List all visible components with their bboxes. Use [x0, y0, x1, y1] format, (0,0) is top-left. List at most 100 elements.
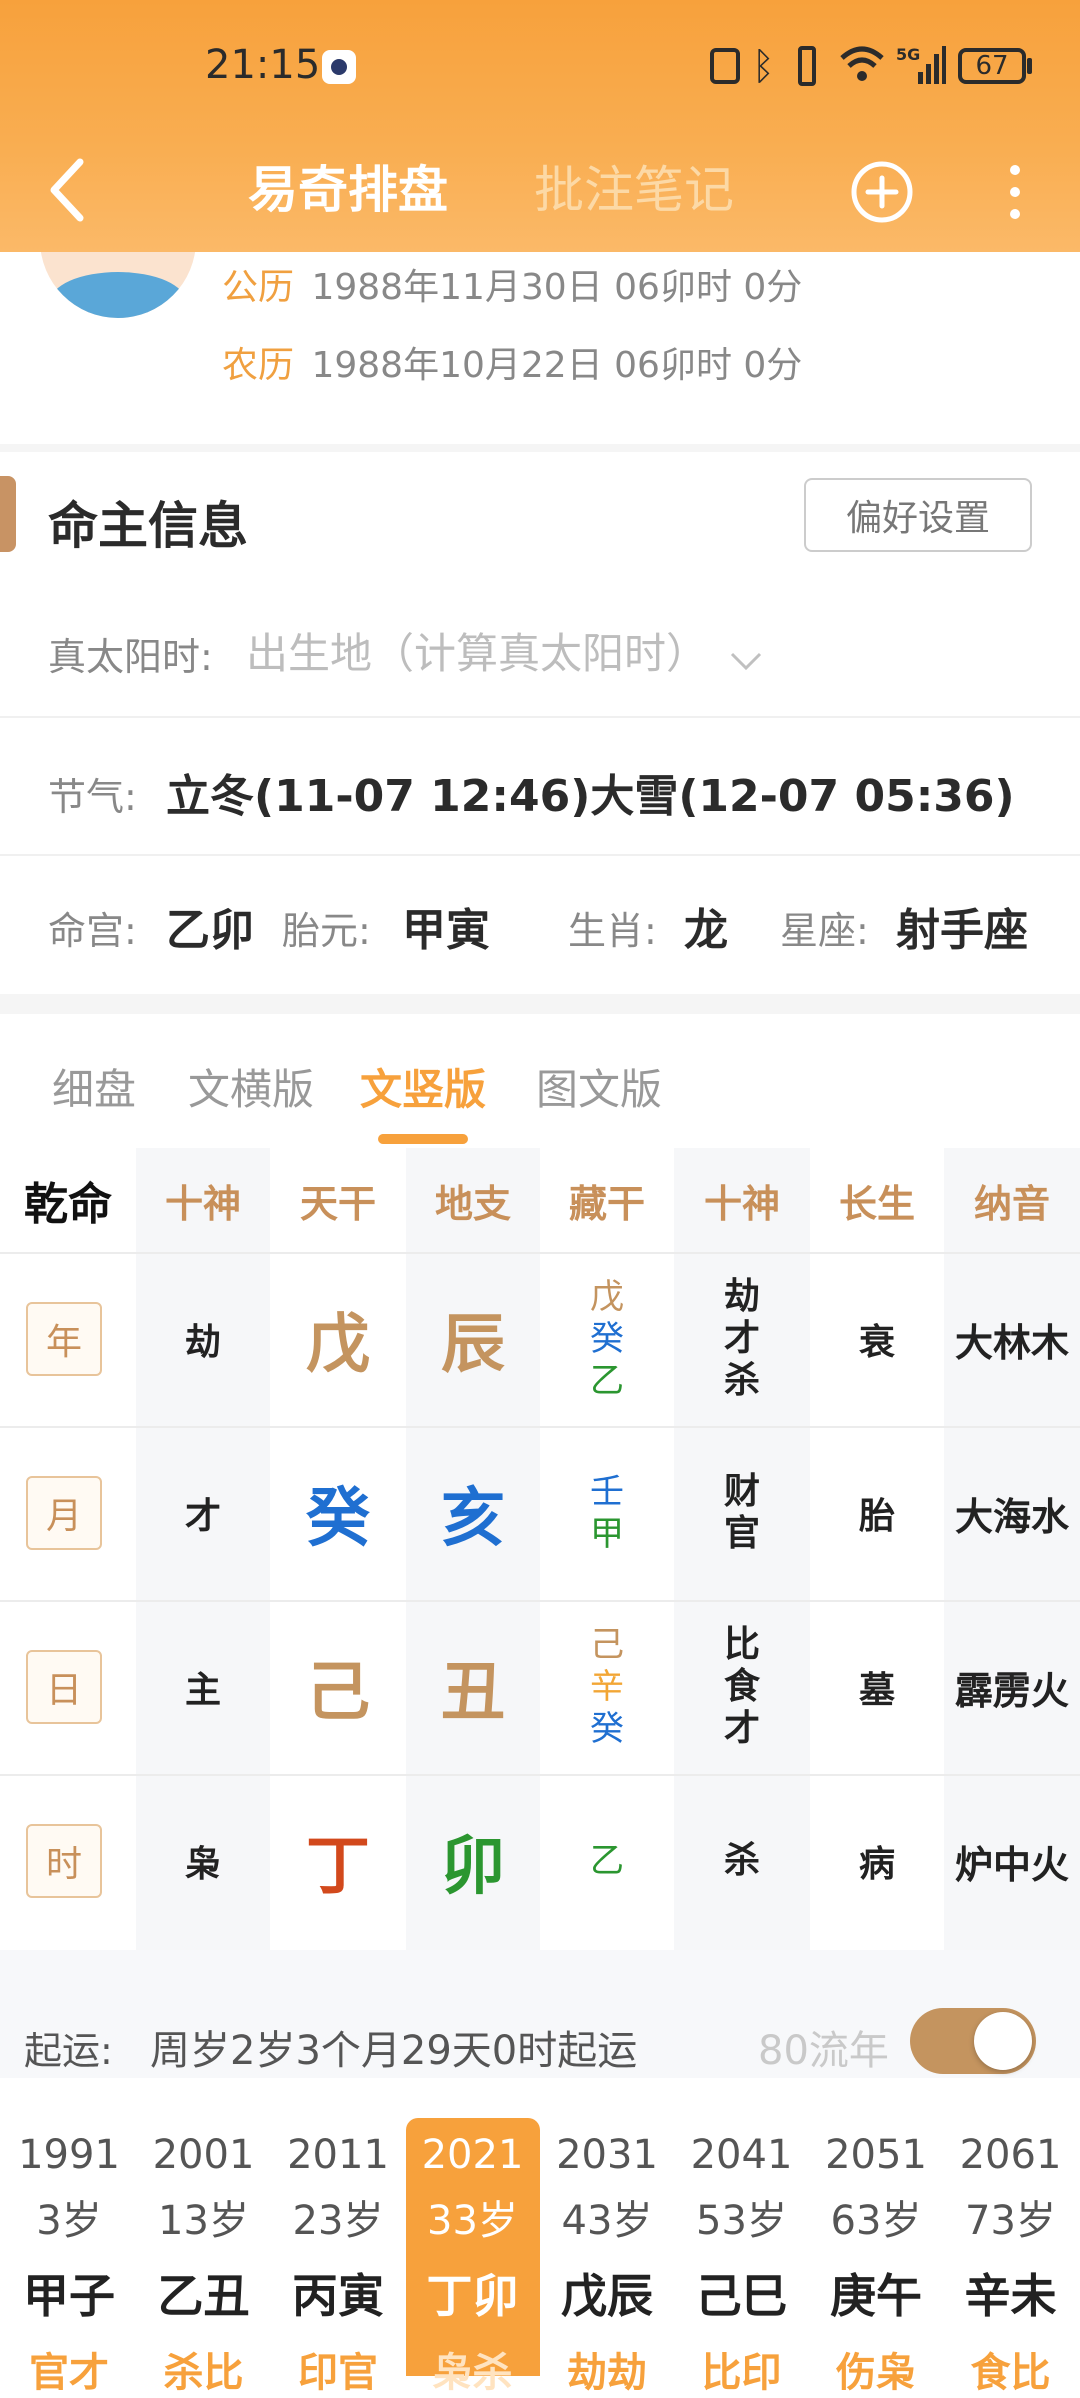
taiyuan-value: 甲寅 — [402, 905, 490, 956]
dayun-item[interactable]: 2041 53岁 己巳 比印 — [675, 2118, 809, 2396]
birthplace-select[interactable]: 出生地（计算真太阳时） — [246, 620, 763, 681]
shishen2-item: 才 — [723, 1318, 760, 1359]
dizhi-cell[interactable]: 卯 — [406, 1774, 540, 1948]
canggan-item: 己 — [590, 1625, 624, 1665]
birthplace-placeholder: 出生地（计算真太阳时） — [246, 629, 709, 678]
app-header: 21:15 ᛒ 5G 67 易奇排盘 批注笔记 — [0, 0, 1080, 252]
jieqi-value: 立冬(11-07 12:46)大雪(12-07 05:36) — [166, 771, 1015, 822]
nayin-cell: 炉中火 — [954, 1842, 1069, 1887]
preferences-button[interactable]: 偏好设置 — [804, 478, 1032, 552]
vibrate-icon — [790, 46, 824, 86]
dayun-item[interactable]: 1991 3岁 甲子 官才 — [2, 2118, 136, 2396]
pillar-name: 年 — [45, 1322, 82, 1363]
changsheng-cell: 病 — [858, 1844, 895, 1885]
shishen2-item: 杀 — [723, 1840, 760, 1881]
nayin-cell: 大林木 — [954, 1320, 1069, 1365]
qiyun-value: 周岁2岁3个月29天0时起运 — [150, 2028, 638, 2074]
dayun-age: 73岁 — [965, 2198, 1056, 2244]
tab-paipan[interactable]: 易奇排盘 — [248, 150, 448, 222]
more-menu-button[interactable] — [1000, 160, 1030, 224]
dayun-ganzhi: 辛未 — [964, 2269, 1057, 2323]
notification-icon — [322, 50, 356, 84]
canggan-item: 戊 — [590, 1277, 624, 1317]
tiangan-cell[interactable]: 戊 — [270, 1252, 406, 1426]
shishen-cell: 才 — [184, 1496, 221, 1537]
battery-tip — [1027, 58, 1032, 74]
status-time: 21:15 — [205, 42, 321, 88]
tab-xipan[interactable]: 细盘 — [52, 1056, 136, 1117]
xingzuo-label: 星座: — [780, 909, 869, 953]
true-sun-label: 真太阳时: — [48, 635, 213, 679]
dayun-item[interactable]: 2061 73岁 辛未 食比 — [944, 2118, 1078, 2396]
minggong-value: 乙卯 — [166, 905, 254, 956]
dayun-year: 2011 — [287, 2132, 389, 2178]
shishen2-item: 才 — [723, 1708, 760, 1749]
dayun-item[interactable]: 2001 13岁 乙丑 杀比 — [137, 2118, 271, 2396]
tab-tuwen[interactable]: 图文版 — [536, 1056, 662, 1117]
tiangan-cell[interactable]: 丁 — [270, 1774, 406, 1948]
dayun-ganzhi: 甲子 — [23, 2269, 115, 2323]
shishen2-cell: 财官 — [674, 1426, 810, 1600]
dayun-age: 23岁 — [292, 2198, 384, 2244]
dayun-year: 2031 — [556, 2132, 658, 2178]
dayun-year: 2051 — [825, 2132, 927, 2178]
dayun-year: 2061 — [959, 2132, 1062, 2178]
canggan-item: 乙 — [590, 1841, 624, 1881]
changsheng-cell: 墓 — [858, 1670, 895, 1711]
dayun-year: 2021 — [421, 2132, 524, 2178]
tab-notes[interactable]: 批注笔记 — [534, 150, 734, 222]
dayun-shishen: 伤枭 — [836, 2350, 916, 2396]
section-marker — [0, 476, 16, 552]
nayin-cell: 霹雳火 — [954, 1668, 1069, 1713]
chart-header: 天干 — [299, 1181, 376, 1226]
liunian-toggle-label: 80流年 — [758, 2028, 889, 2074]
dayun-shishen: 枭杀 — [432, 2350, 513, 2396]
dayun-ganzhi: 丙寅 — [292, 2269, 384, 2323]
liunian-toggle[interactable] — [910, 2008, 1036, 2074]
back-button[interactable] — [40, 152, 100, 228]
tab-wenshu[interactable]: 文竖版 — [360, 1056, 486, 1117]
dizhi-cell[interactable]: 辰 — [406, 1252, 540, 1426]
shishen2-cell: 劫才杀 — [674, 1252, 810, 1426]
dayun-item[interactable]: 2011 23岁 丙寅 印官 — [271, 2118, 405, 2396]
tiangan-cell[interactable]: 癸 — [270, 1426, 406, 1600]
svg-text:5G: 5G — [896, 45, 920, 64]
add-button[interactable] — [850, 160, 914, 224]
avatar — [40, 252, 196, 318]
pillar-label: 时 — [26, 1824, 102, 1898]
canggan-item: 癸 — [590, 1319, 624, 1359]
pillar-name: 时 — [45, 1844, 82, 1885]
pillar-label: 日 — [26, 1650, 102, 1724]
chart-header: 纳音 — [973, 1181, 1050, 1226]
canggan-item: 辛 — [590, 1667, 624, 1707]
divider — [0, 854, 1080, 856]
canggan-cell: 戊癸乙 — [540, 1252, 674, 1426]
shishen2-item: 劫 — [723, 1276, 760, 1317]
pillar-label: 年 — [26, 1302, 102, 1376]
shishen2-cell: 杀 — [674, 1774, 810, 1948]
chevron-down-icon — [729, 632, 763, 681]
shengxiao-label: 生肖: — [568, 909, 657, 953]
shishen2-cell: 比食才 — [674, 1600, 810, 1774]
dayun-ganzhi: 庚午 — [830, 2269, 922, 2323]
section-title: 命主信息 — [48, 497, 248, 555]
lunar-label: 农历 — [222, 345, 295, 386]
tiangan-cell[interactable]: 己 — [270, 1600, 406, 1774]
shishen2-item: 食 — [723, 1666, 760, 1707]
dayun-age: 3岁 — [36, 2198, 102, 2244]
canggan-cell: 己辛癸 — [540, 1600, 674, 1774]
tab-wenheng[interactable]: 文横版 — [188, 1056, 314, 1117]
dayun-year: 1991 — [18, 2132, 120, 2178]
dizhi-cell[interactable]: 亥 — [406, 1426, 540, 1600]
dayun-item[interactable]: 2021 33岁 丁卯 枭杀 — [405, 2118, 540, 2396]
bluetooth-icon: ᛒ — [752, 44, 775, 88]
dizhi-cell[interactable]: 丑 — [406, 1600, 540, 1774]
shishen-cell: 劫 — [184, 1322, 221, 1363]
canggan-item: 癸 — [590, 1709, 624, 1749]
dayun-item[interactable]: 2031 43岁 戊辰 劫劫 — [540, 2118, 674, 2396]
dayun-age: 33岁 — [427, 2198, 518, 2244]
nfc-icon — [710, 48, 740, 84]
dayun-item[interactable]: 2051 63岁 庚午 伤枭 — [809, 2118, 943, 2396]
chart-header: 十神 — [703, 1181, 780, 1226]
shishen2-item: 杀 — [723, 1360, 760, 1401]
